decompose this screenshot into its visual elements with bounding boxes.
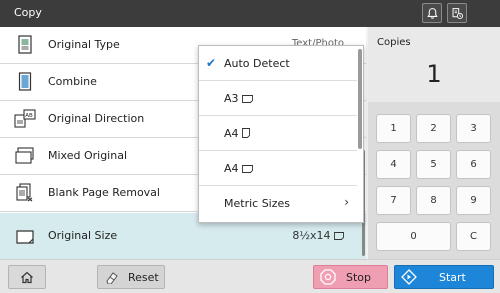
setting-label: Original Direction xyxy=(48,112,145,125)
key-4[interactable]: 4 xyxy=(376,150,411,179)
key-7[interactable]: 7 xyxy=(376,186,411,215)
stop-icon xyxy=(320,269,336,285)
title-bar: Copy xyxy=(0,0,500,27)
original-size-icon xyxy=(16,230,34,244)
key-9[interactable]: 9 xyxy=(456,186,491,215)
blank-page-removal-icon xyxy=(16,183,33,202)
key-clear[interactable]: C xyxy=(456,222,491,251)
original-direction-icon: AB xyxy=(14,109,36,128)
key-2[interactable]: 2 xyxy=(416,114,451,143)
key-1[interactable]: 1 xyxy=(376,114,411,143)
dropdown-item-label: A3 xyxy=(224,92,253,105)
app-title: Copy xyxy=(14,6,42,19)
key-6[interactable]: 6 xyxy=(456,150,491,179)
svg-text:AB: AB xyxy=(25,113,33,119)
setting-label: Mixed Original xyxy=(48,149,128,162)
eraser-icon xyxy=(106,272,118,284)
dropdown-scrollbar[interactable] xyxy=(358,49,362,149)
job-status-icon xyxy=(452,7,463,19)
paper-portrait-icon xyxy=(241,128,250,138)
setting-label: Blank Page Removal xyxy=(48,186,160,199)
numeric-keypad: 1 2 3 4 5 6 7 8 9 0 C xyxy=(368,102,500,259)
dropdown-item-metric-sizes[interactable]: Metric Sizes › xyxy=(199,186,357,221)
bottom-bar: Reset Stop Start xyxy=(0,259,500,293)
paper-landscape-icon xyxy=(241,95,253,103)
dropdown-item-a3[interactable]: A3 xyxy=(199,81,357,116)
setting-label: Combine xyxy=(48,75,97,88)
reset-label: Reset xyxy=(128,270,159,284)
dropdown-item-label: Metric Sizes xyxy=(224,197,291,210)
key-0[interactable]: 0 xyxy=(376,222,451,251)
bell-icon xyxy=(426,7,438,19)
chevron-right-icon: › xyxy=(344,195,349,209)
notification-button[interactable] xyxy=(422,3,442,23)
dropdown-item-a4-landscape[interactable]: A4 xyxy=(199,151,357,186)
setting-label: Original Size xyxy=(48,229,118,242)
original-size-dropdown: ✔ Auto Detect A3 A4 A4 Metric Sizes › xyxy=(198,45,364,223)
copies-panel: Copies 1 xyxy=(368,27,500,102)
start-label: Start xyxy=(439,270,466,284)
key-8[interactable]: 8 xyxy=(416,186,451,215)
dropdown-item-auto-detect[interactable]: ✔ Auto Detect xyxy=(199,46,357,81)
dropdown-item-a4-portrait[interactable]: A4 xyxy=(199,116,357,151)
setting-value: 8½x14 xyxy=(292,229,344,242)
start-icon xyxy=(401,269,417,285)
copies-count: 1 xyxy=(426,60,442,88)
paper-landscape-icon xyxy=(241,165,253,173)
setting-label: Original Type xyxy=(48,38,120,51)
copies-label: Copies xyxy=(377,37,411,48)
check-icon: ✔ xyxy=(206,56,217,70)
stop-button[interactable]: Stop xyxy=(313,265,388,289)
combine-icon xyxy=(18,72,32,91)
home-icon xyxy=(21,271,33,283)
start-button[interactable]: Start xyxy=(394,265,494,289)
dropdown-item-label: Auto Detect xyxy=(224,57,290,70)
mixed-original-icon xyxy=(15,147,34,164)
job-status-button[interactable] xyxy=(447,3,467,23)
stop-label: Stop xyxy=(346,270,372,284)
key-3[interactable]: 3 xyxy=(456,114,491,143)
reset-button[interactable]: Reset xyxy=(97,265,165,289)
key-5[interactable]: 5 xyxy=(416,150,451,179)
dropdown-item-label: A4 xyxy=(224,162,253,175)
home-button[interactable] xyxy=(8,265,46,289)
paper-landscape-icon xyxy=(334,232,344,240)
original-type-icon xyxy=(18,35,32,54)
dropdown-item-label: A4 xyxy=(224,127,250,140)
